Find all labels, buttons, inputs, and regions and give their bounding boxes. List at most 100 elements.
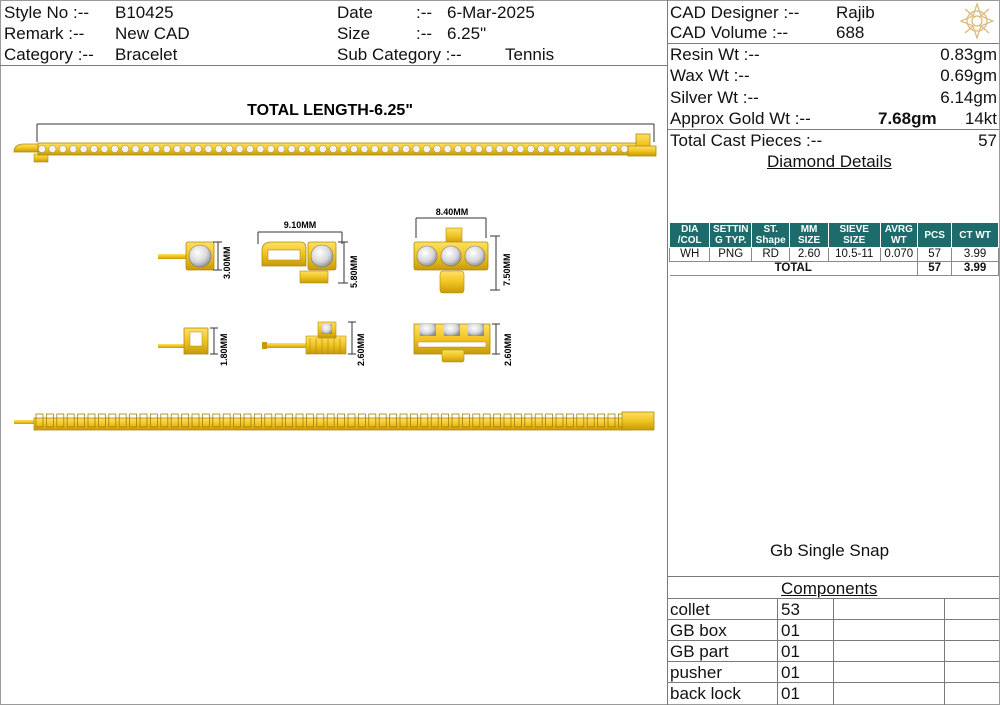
stone-icon — [152, 145, 161, 153]
gold-label: Approx Gold Wt :-- — [670, 109, 811, 128]
stone-icon — [246, 145, 254, 153]
col-shape: ST. Shape — [750, 222, 791, 248]
stone-icon — [131, 145, 140, 153]
cell-dia: WH — [668, 247, 711, 262]
stone-icon — [526, 145, 535, 153]
stone-icon — [235, 145, 244, 153]
stone-icon — [506, 145, 514, 153]
stone-icon — [58, 145, 67, 153]
stone-icon — [298, 145, 306, 153]
date-sep: :-- — [416, 3, 433, 22]
dim-side-1: 1.80MM — [219, 333, 229, 366]
component-qty: 01 — [781, 663, 800, 682]
stone-icon — [381, 145, 390, 153]
resin-label: Resin Wt :-- — [670, 45, 760, 64]
stone-icon — [620, 145, 629, 153]
stone-icon — [287, 145, 296, 153]
dim-side-3: 2.60MM — [503, 333, 513, 366]
stone-icon — [402, 145, 410, 153]
diamond-table-header: DIA /COL SETTIN G TYP. ST. Shape MM SIZE… — [668, 222, 999, 248]
bracelet-top-view — [13, 133, 657, 163]
stone-icon — [214, 145, 223, 153]
col-ctwt: CT WT — [951, 222, 999, 248]
stone-icon — [433, 145, 442, 153]
stone-icon — [121, 145, 130, 153]
date-label: Date — [337, 3, 373, 22]
stone-icon — [266, 145, 275, 153]
size-sep: :-- — [416, 24, 433, 43]
cast-value: 57 — [978, 131, 997, 150]
stone-icon — [454, 145, 462, 153]
stone-icon — [537, 145, 546, 153]
date-value: 6-Mar-2025 — [447, 3, 535, 22]
stone-icon — [194, 145, 202, 153]
stone-icon — [370, 145, 379, 153]
stone-icon — [391, 145, 400, 153]
component-qty: 01 — [781, 621, 800, 640]
dim-side-2: 2.60MM — [356, 333, 366, 366]
dim-box-height: 7.50MM — [502, 253, 512, 286]
stone-icon — [412, 145, 421, 153]
components-top-line — [668, 576, 999, 577]
stone-icon — [516, 145, 525, 153]
gold-value: 7.68gm — [878, 109, 937, 128]
stone-icon — [79, 145, 88, 153]
stone-icon — [90, 145, 98, 153]
wax-value: 0.69gm — [940, 66, 997, 85]
stone-icon — [578, 145, 587, 153]
dim-box-width: 8.40MM — [436, 207, 469, 217]
stone-icon — [142, 145, 150, 153]
cad-divider — [668, 43, 999, 44]
component-qty: 01 — [781, 642, 800, 661]
gold-karat: 14kt — [964, 109, 997, 128]
stone-icon — [599, 145, 608, 153]
stone-icon — [110, 145, 119, 153]
size-label: Size — [337, 24, 371, 43]
col-avrg: AVRG WT — [879, 222, 919, 248]
cad-designer-value: Rajib — [836, 3, 875, 22]
cad-designer-label: CAD Designer :-- — [670, 3, 800, 22]
component-qty: 01 — [781, 684, 800, 703]
component-qty: 53 — [781, 600, 800, 619]
total-ct: 3.99 — [951, 261, 999, 276]
cell-setting: PNG — [709, 247, 752, 262]
diamond-table: DIA /COL SETTIN G TYP. ST. Shape MM SIZE… — [668, 222, 999, 276]
remark-label: Remark :-- — [4, 24, 85, 43]
stone-icon — [69, 145, 78, 153]
stone-icon — [318, 145, 327, 153]
stone-icon — [308, 145, 317, 153]
diamond-details-title: Diamond Details — [767, 152, 892, 171]
stone-icon — [204, 145, 213, 153]
col-sieve: SIEVE SIZE — [827, 222, 881, 248]
stone-icon — [329, 145, 338, 153]
stone-icon — [474, 145, 483, 153]
stone-icon — [48, 145, 57, 153]
component-name: GB box — [670, 621, 727, 640]
style-no-value: B10425 — [115, 3, 174, 22]
clasp-profile-view: 2.60MM — [262, 321, 366, 366]
stone-icon — [464, 145, 473, 153]
col-mm: MM SIZE — [789, 222, 829, 248]
stone-icon — [495, 145, 504, 153]
subcat-label: Sub Category :-- — [337, 45, 462, 64]
cast-label: Total Cast Pieces :-- — [670, 131, 823, 150]
wax-label: Wax Wt :-- — [670, 66, 750, 85]
lock-type: Gb Single Snap — [770, 541, 890, 560]
col-setting: SETTIN G TYP. — [709, 222, 752, 248]
col-pcs: PCS — [916, 222, 953, 248]
stone-icon — [100, 145, 109, 153]
cell-pcs: 57 — [916, 247, 953, 262]
table-row: WH PNG RD 2.60 10.5-11 0.070 57 3.99 — [668, 247, 999, 262]
total-label: TOTAL — [669, 261, 918, 276]
stone-icon — [589, 145, 598, 153]
stone-icon — [38, 145, 46, 153]
table-total-row: TOTAL 57 3.99 — [669, 261, 999, 276]
stone-icon — [422, 145, 431, 153]
resin-value: 0.83gm — [940, 45, 997, 64]
stone-icon — [443, 145, 452, 153]
stone-icon — [485, 145, 494, 153]
cell-avrg: 0.070 — [879, 247, 919, 262]
stone-icon — [610, 145, 618, 153]
components-col-line-2 — [833, 598, 834, 705]
box-profile-view: 2.60MM — [413, 323, 513, 366]
